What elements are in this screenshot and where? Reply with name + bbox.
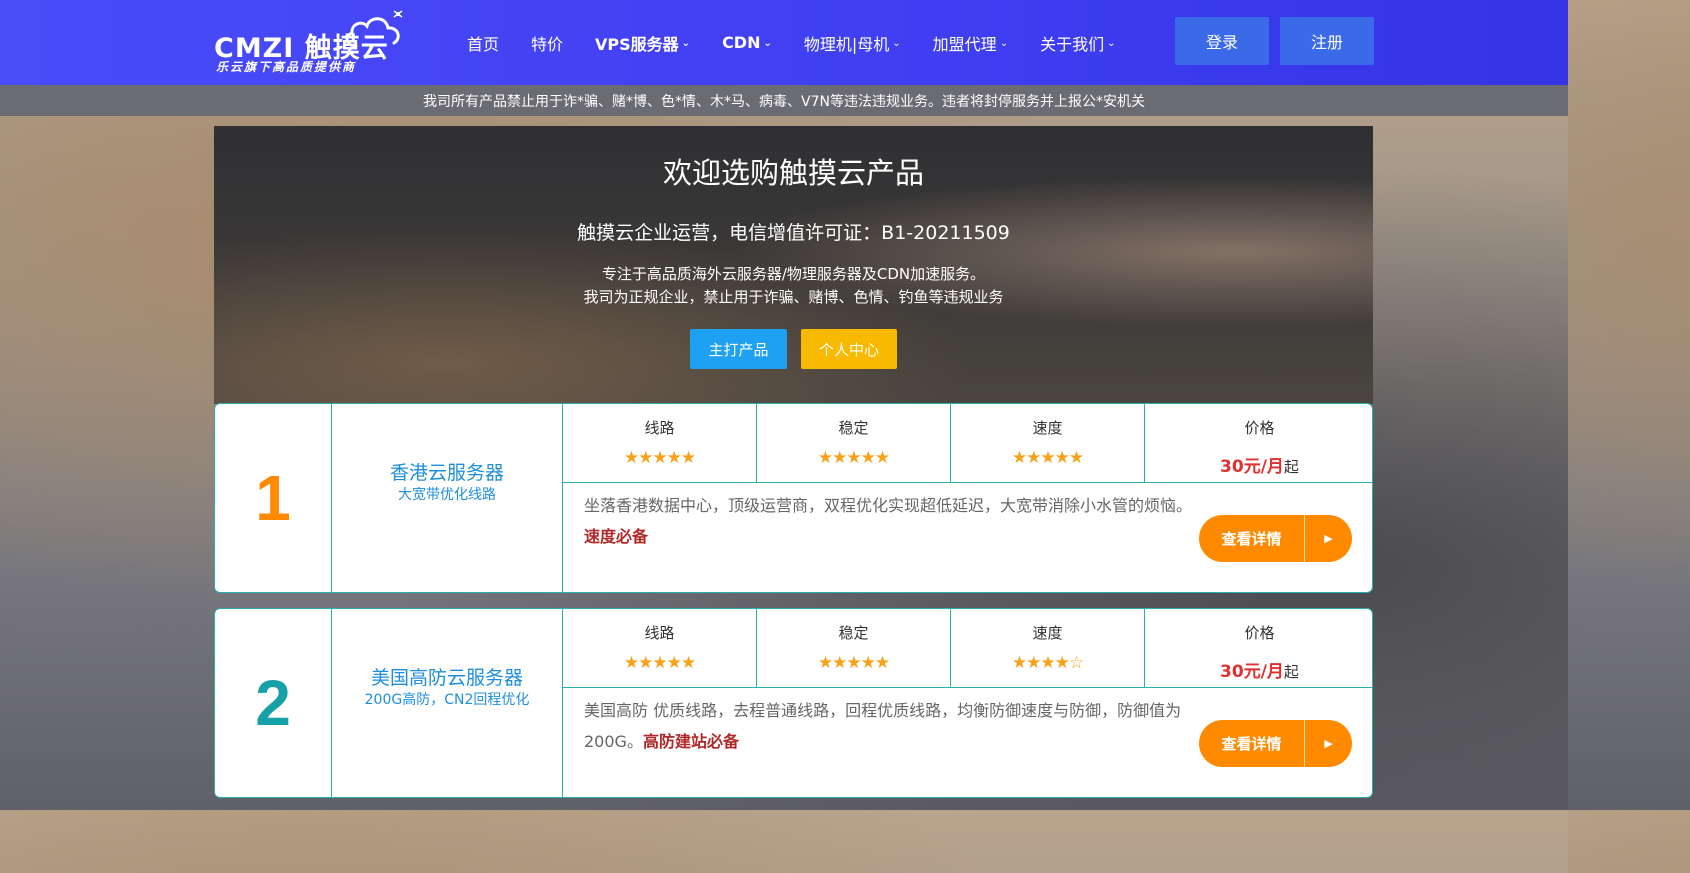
chevron-down-icon: ⌄ <box>763 38 772 49</box>
chevron-down-icon: ⌄ <box>999 38 1009 49</box>
hero-description-line2: 我司为正规企业，禁止用于诈骗、赌博、色情、钓鱼等违规业务 <box>583 288 1004 306</box>
nav-physical-label: 物理机|母机 <box>803 34 890 54</box>
stat-speed: 速度 ★★★★★ <box>951 404 1145 482</box>
nav-home-label: 首页 <box>467 34 500 54</box>
nav-agent-label: 加盟代理 <box>932 34 997 54</box>
nav-specials-label: 特价 <box>531 34 564 54</box>
product-subtitle: 大宽带优化线路 <box>398 487 496 503</box>
play-arrow-icon: ▶ <box>1324 532 1333 545</box>
description-text: 坐落香港数据中心，顶级运营商，双程优化实现超低延迟，大宽带消除小水管的烦恼。 <box>584 496 1193 515</box>
product-stats: 线路 ★★★★★ 稳定 ★★★★★ 速度 ★★★★★ 价格 30元/月起 <box>563 404 1372 483</box>
price-suffix: 起 <box>1283 663 1299 681</box>
notice-bar: 我司所有产品禁止用于诈*骗、赌*博、色*情、木*马、病毒、V7N等违法违规业务。… <box>0 85 1568 116</box>
chevron-down-icon: ⌄ <box>892 38 901 49</box>
nav-cdn-label: CDN <box>722 33 761 52</box>
product-card: 2 美国高防云服务器 200G高防，CN2回程优化 线路 ★★★★★ 稳定 ★★… <box>214 608 1373 798</box>
stat-label: 线路 <box>644 419 675 437</box>
star-rating-icon: ★★★★☆ <box>1011 653 1084 673</box>
top-header: CMZI 触摸云 乐云旗下高品质提供商 首页 特价 VPS服务器 ⌄ CDN ⌄ 物… <box>0 0 1568 85</box>
login-button[interactable]: 登录 <box>1175 17 1269 65</box>
view-details-label: 查看详情 <box>1221 530 1282 548</box>
play-arrow-icon: ▶ <box>1324 737 1333 750</box>
price-suffix: 起 <box>1283 458 1299 476</box>
stat-label: 价格 <box>1244 419 1275 437</box>
description-highlight: 高防建站必备 <box>642 732 739 751</box>
product-subtitle: 200G高防，CN2回程优化 <box>364 692 530 708</box>
stat-speed: 速度 ★★★★☆ <box>951 609 1145 687</box>
product-stats: 线路 ★★★★★ 稳定 ★★★★★ 速度 ★★★★☆ 价格 30元/月起 <box>563 609 1372 688</box>
stat-route: 线路 ★★★★★ <box>563 404 757 482</box>
nav-specials[interactable]: 特价 <box>531 31 563 55</box>
product-name-column: 香港云服务器 大宽带优化线路 <box>332 404 563 592</box>
stat-label: 稳定 <box>838 419 869 437</box>
logo[interactable]: CMZI 触摸云 乐云旗下高品质提供商 <box>214 8 414 78</box>
nav-physical[interactable]: 物理机|母机 ⌄ <box>804 31 901 55</box>
nav-about-label: 关于我们 <box>1040 34 1105 54</box>
price-value: 30元/月 <box>1220 662 1284 682</box>
nav-about[interactable]: 关于我们 ⌄ <box>1040 31 1115 55</box>
nav-cdn[interactable]: CDN ⌄ <box>722 33 772 52</box>
view-details-label: 查看详情 <box>1221 735 1282 753</box>
star-rating-icon: ★★★★★ <box>817 653 890 673</box>
stat-label: 价格 <box>1244 624 1275 642</box>
product-name[interactable]: 美国高防云服务器 <box>332 663 562 690</box>
stat-route: 线路 ★★★★★ <box>563 609 757 687</box>
hero-license: 触摸云企业运营，电信增值许可证：B1-20211509 <box>577 222 1010 244</box>
chevron-down-icon: ⌄ <box>681 38 691 49</box>
product-description: 美国高防 优质线路，去程普通线路，回程优质线路，均衡防御速度与防御，防御值为20… <box>584 695 1194 757</box>
star-rating-icon: ★★★★★ <box>817 448 890 468</box>
stat-label: 线路 <box>644 624 675 642</box>
nav-agent[interactable]: 加盟代理 ⌄ <box>933 31 1008 55</box>
star-rating-icon: ★★★★★ <box>623 448 696 468</box>
hero-title: 欢迎选购触摸云产品 <box>662 156 924 190</box>
stat-label: 稳定 <box>838 624 869 642</box>
view-details-button[interactable]: 查看详情 ▶ <box>1199 720 1352 767</box>
stat-label: 速度 <box>1032 419 1063 437</box>
nav-home[interactable]: 首页 <box>467 31 499 55</box>
product-description: 坐落香港数据中心，顶级运营商，双程优化实现超低延迟，大宽带消除小水管的烦恼。速度… <box>584 490 1194 552</box>
nav-vps[interactable]: VPS服务器 ⌄ <box>595 31 690 55</box>
main-nav: 首页 特价 VPS服务器 ⌄ CDN ⌄ 物理机|母机 ⌄ 加盟代理 ⌄ 关于我们 ⌄ <box>467 0 1147 85</box>
product-card: 1 香港云服务器 大宽带优化线路 线路 ★★★★★ 稳定 ★★★★★ 速度 ★★… <box>214 403 1373 593</box>
product-rank: 1 <box>215 404 332 592</box>
hero-description-line1: 专注于高品质海外云服务器/物理服务器及CDN加速服务。 <box>601 265 986 283</box>
star-rating-icon: ★★★★★ <box>623 653 696 673</box>
view-details-button[interactable]: 查看详情 ▶ <box>1199 515 1352 562</box>
stat-price: 价格 30元/月起 <box>1145 404 1372 482</box>
stat-label: 速度 <box>1032 624 1063 642</box>
product-name-column: 美国高防云服务器 200G高防，CN2回程优化 <box>332 609 563 797</box>
stat-stability: 稳定 ★★★★★ <box>757 609 951 687</box>
stat-stability: 稳定 ★★★★★ <box>757 404 951 482</box>
product-rank: 2 <box>215 609 332 797</box>
featured-products-button[interactable]: 主打产品 <box>690 329 787 369</box>
nav-vps-label: VPS服务器 <box>595 34 679 54</box>
product-name[interactable]: 香港云服务器 <box>332 458 562 485</box>
price-value: 30元/月 <box>1220 457 1284 477</box>
hero-banner: 欢迎选购触摸云产品 触摸云企业运营，电信增值许可证：B1-20211509 专注… <box>214 126 1373 404</box>
user-center-button[interactable]: 个人中心 <box>801 329 897 369</box>
chevron-down-icon: ⌄ <box>1107 38 1116 49</box>
price: 30元/月起 <box>1145 657 1372 682</box>
register-button[interactable]: 注册 <box>1280 17 1374 65</box>
description-highlight: 速度必备 <box>584 527 649 546</box>
logo-tagline: 乐云旗下高品质提供商 <box>216 60 357 74</box>
stat-price: 价格 30元/月起 <box>1145 609 1372 687</box>
price: 30元/月起 <box>1145 452 1372 477</box>
star-rating-icon: ★★★★★ <box>1011 448 1084 468</box>
